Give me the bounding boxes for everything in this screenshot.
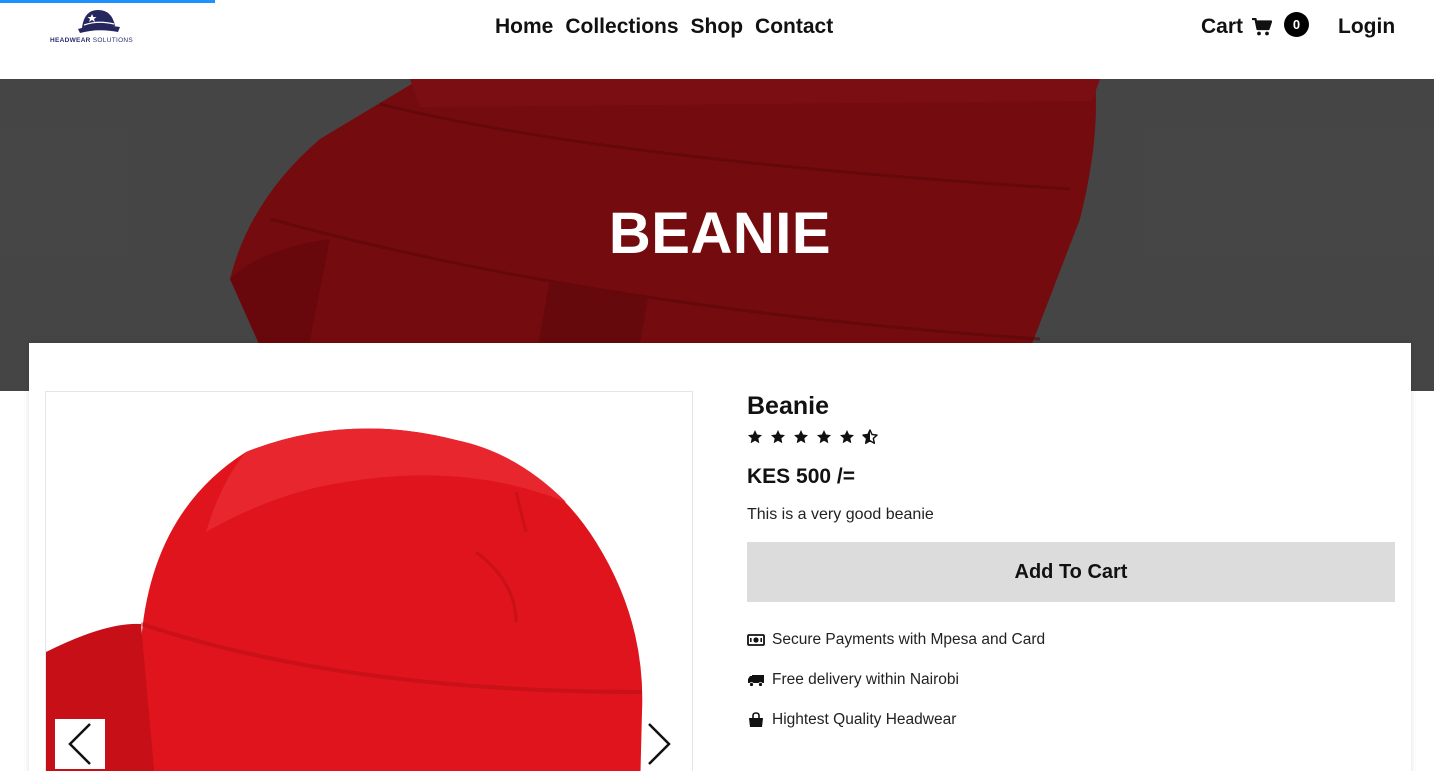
cart-label: Cart bbox=[1201, 15, 1244, 38]
feature-text: Hightest Quality Headwear bbox=[772, 711, 957, 728]
cart-link[interactable]: Cart 0 bbox=[1201, 12, 1309, 42]
login-link[interactable]: Login bbox=[1338, 12, 1395, 42]
product-card: Beanie KES 500 /= This is a very good be… bbox=[29, 343, 1411, 771]
nav-home[interactable]: Home bbox=[495, 12, 553, 42]
product-page: HEADWEAR SOLUTIONS Home Collections Shop… bbox=[0, 0, 1434, 771]
product-description: This is a very good beanie bbox=[747, 506, 934, 523]
product-title: Beanie bbox=[747, 392, 829, 420]
nav-collections[interactable]: Collections bbox=[565, 12, 678, 42]
star-half-icon bbox=[862, 429, 878, 445]
shopping-bag-icon bbox=[747, 712, 765, 728]
cap-logo-icon bbox=[78, 10, 120, 33]
star-full-icon bbox=[793, 429, 809, 445]
product-beanie-image bbox=[46, 428, 643, 771]
feature-text: Secure Payments with Mpesa and Card bbox=[772, 631, 1046, 648]
brand-logo[interactable]: HEADWEAR SOLUTIONS bbox=[48, 6, 144, 48]
main-nav: Home Collections Shop Contact bbox=[495, 12, 833, 42]
chevron-left-icon bbox=[68, 723, 91, 765]
carousel-prev-button[interactable] bbox=[55, 719, 105, 769]
feature-item: Hightest Quality Headwear bbox=[747, 700, 1395, 740]
product-rating bbox=[747, 428, 1395, 446]
feature-text: Free delivery within Nairobi bbox=[772, 671, 959, 688]
product-features: Secure Payments with Mpesa and Card Free… bbox=[747, 620, 1395, 740]
star-full-icon bbox=[747, 429, 763, 445]
cart-count-badge: 0 bbox=[1284, 12, 1309, 37]
star-full-icon bbox=[816, 429, 832, 445]
product-info: Beanie KES 500 /= This is a very good be… bbox=[747, 389, 1395, 740]
star-full-icon bbox=[770, 429, 786, 445]
feature-item: Free delivery within Nairobi bbox=[747, 660, 1395, 700]
money-bill-icon bbox=[747, 632, 765, 648]
site-header: HEADWEAR SOLUTIONS Home Collections Shop… bbox=[0, 0, 1434, 79]
carousel-next-button[interactable] bbox=[634, 719, 684, 769]
hero-title: BEANIE bbox=[608, 201, 832, 266]
page-loading-bar bbox=[0, 0, 215, 3]
chevron-right-icon bbox=[648, 723, 671, 765]
nav-shop[interactable]: Shop bbox=[691, 12, 744, 42]
truck-icon bbox=[747, 672, 765, 688]
feature-item: Secure Payments with Mpesa and Card bbox=[747, 620, 1395, 660]
add-to-cart-button[interactable]: Add To Cart bbox=[747, 542, 1395, 602]
product-price: KES 500 /= bbox=[747, 465, 855, 488]
star-full-icon bbox=[839, 429, 855, 445]
product-image-carousel[interactable] bbox=[45, 391, 693, 771]
shopping-cart-icon bbox=[1252, 17, 1273, 36]
brand-wordmark: HEADWEAR SOLUTIONS bbox=[50, 37, 134, 44]
nav-contact[interactable]: Contact bbox=[755, 12, 833, 42]
